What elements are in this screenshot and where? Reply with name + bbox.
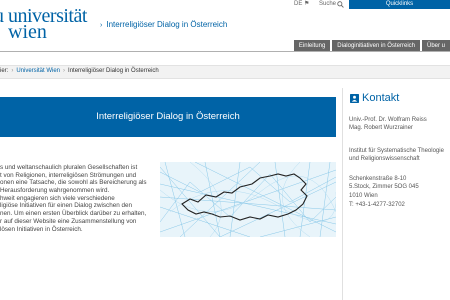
contact-line: Univ.-Prof. Dr. Wolfram Reiss <box>349 117 427 123</box>
contact-line: 1010 Wien <box>349 193 378 199</box>
intro-line: Herausforderung wahrgenommen wird. <box>0 187 110 195</box>
flag-icon[interactable]: ⚑ <box>304 1 310 7</box>
contact-heading: Kontakt <box>362 92 400 104</box>
breadcrumb-separator-icon: › <box>63 68 66 74</box>
map-graphic <box>160 162 336 237</box>
language-switch[interactable]: DE <box>294 1 302 7</box>
austria-network-map <box>160 162 336 237</box>
contact-line: Institut für Systematische Theologie <box>349 148 444 154</box>
intro-line: onen eine Tatsache, die sowohl als Berei… <box>0 179 147 187</box>
intro-line: r auf dieser Website eine Zusammenstellu… <box>0 217 137 225</box>
university-logo[interactable]: u universität wien <box>0 2 87 43</box>
sidebar-divider <box>342 88 343 300</box>
quicklinks-button[interactable]: Quicklinks <box>349 0 450 9</box>
contact-line: 5.Stock, Zimmer 5OG 045 <box>349 184 419 190</box>
breadcrumb-separator-icon: › <box>11 68 14 74</box>
search-link[interactable]: Suche <box>319 1 336 7</box>
intro-line: nen. Um einen ersten Überblick darüber z… <box>0 210 147 218</box>
contact-line: Schenkenstraße 8-10 <box>349 176 407 182</box>
intro-line: lösen Initiativen in Österreich. <box>0 225 83 233</box>
header-divider <box>0 51 450 52</box>
logo-text-line2: wien <box>8 21 47 43</box>
chevron-right-icon: › <box>100 22 103 29</box>
page-title: Interreligiöser Dialog in Österreich <box>96 111 240 122</box>
intro-paragraph: s und weltanschaulich pluralen Gesellsch… <box>0 164 155 233</box>
intro-line: t von Religionen, interreligiösen Strömu… <box>0 171 137 179</box>
breadcrumb-item-university[interactable]: Universität Wien <box>16 68 60 74</box>
breadcrumb-item-current: Interreligiöser Dialog in Österreich <box>68 68 159 74</box>
page-banner: Interreligiöser Dialog in Österreich <box>0 97 336 137</box>
contact-card-icon <box>350 94 359 103</box>
breadcrumb: ier: › Universität Wien › Interreligiöser Di… <box>0 68 159 74</box>
site-title-link[interactable]: › Interreligiöser Dialog in Österreich <box>100 20 227 29</box>
search-icon[interactable] <box>337 1 344 8</box>
intro-line: hweit engagieren sich viele verschiedene <box>0 194 115 202</box>
logo-mark: u <box>0 5 4 28</box>
contact-line: Mag. Robert Wurzrainer <box>349 125 413 131</box>
breadcrumb-prefix: ier: <box>0 68 9 74</box>
contact-phone[interactable]: T: +43-1-4277-32702 <box>349 202 405 208</box>
contact-line: und Religionswissenschaft <box>349 156 420 162</box>
intro-line: s und weltanschaulich pluralen Gesellsch… <box>0 164 138 171</box>
intro-line: ligiöse Initiativen für einen Dialog zwi… <box>0 202 132 210</box>
site-title-text: Interreligiöser Dialog in Österreich <box>106 20 228 29</box>
